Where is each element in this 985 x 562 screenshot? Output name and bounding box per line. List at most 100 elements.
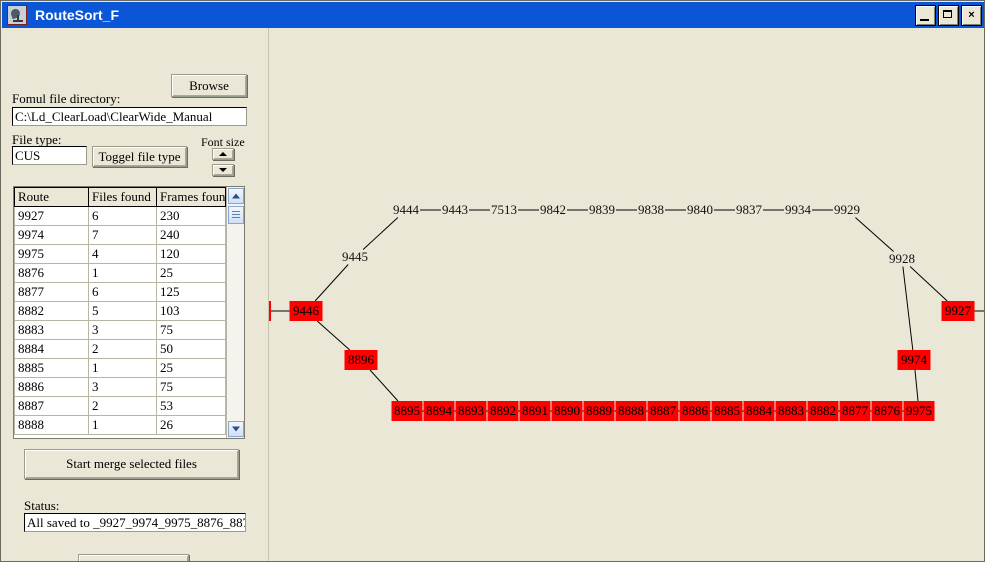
diagram-node-8895[interactable]: 8895 xyxy=(391,401,423,421)
diagram-edge-9928-9927 xyxy=(909,266,948,302)
table-row[interactable]: 9927 6 230 xyxy=(14,206,226,226)
table-row[interactable]: 8876 1 25 xyxy=(14,263,226,283)
table-row[interactable]: 8883 3 75 xyxy=(14,320,226,340)
column-header-frames-found[interactable]: Frames found xyxy=(156,187,232,207)
diagram-edge-9445-9444 xyxy=(362,217,399,250)
font-size-increase-button[interactable] xyxy=(212,148,234,160)
cell-frames-found: 75 xyxy=(156,377,226,397)
cell-files-found: 4 xyxy=(88,244,157,264)
scrollbar-thumb[interactable] xyxy=(228,206,244,224)
diagram-node-8884[interactable]: 8884 xyxy=(743,401,775,421)
table-row[interactable]: 8877 6 125 xyxy=(14,282,226,302)
triangle-down-icon xyxy=(219,168,227,172)
cell-route: 9974 xyxy=(14,225,89,245)
table-row[interactable]: 8884 2 50 xyxy=(14,339,226,359)
table-row[interactable]: 9974 7 240 xyxy=(14,225,226,245)
status-label: Status: xyxy=(24,498,60,513)
diagram-node-9974[interactable]: 9974 xyxy=(897,350,931,370)
diagram-node-8892[interactable]: 8892 xyxy=(487,401,519,421)
diagram-edge-9975-9974 xyxy=(914,369,919,402)
diagram-node-9443: 9443 xyxy=(442,202,468,217)
window-title: RouteSort_F xyxy=(35,7,119,23)
diagram-node-9842: 9842 xyxy=(540,202,566,217)
diagram-node-8885[interactable]: 8885 xyxy=(711,401,743,421)
diagram-node-8889[interactable]: 8889 xyxy=(583,401,615,421)
route-table: Route Files found Frames found 9927 6 230 9… xyxy=(14,187,232,435)
route-network-diagram: 9447 9446 9445 9444 9443 7513 9842 9839 9838 9840… xyxy=(269,28,984,561)
clear-table-button[interactable]: Clear table xyxy=(78,554,189,561)
table-row[interactable]: 8886 3 75 xyxy=(14,377,226,397)
toggle-file-type-button[interactable]: Toggel file type xyxy=(92,146,187,167)
table-row[interactable]: 8885 1 25 xyxy=(14,358,226,378)
directory-input[interactable]: C:\Ld_ClearLoad\ClearWide_Manual xyxy=(12,107,247,126)
close-button[interactable]: × xyxy=(961,4,982,26)
diagram-node-9928: 9928 xyxy=(889,251,915,266)
chevron-up-icon xyxy=(232,193,240,199)
diagram-node-8883[interactable]: 8883 xyxy=(775,401,807,421)
cell-files-found: 3 xyxy=(88,320,157,340)
cell-frames-found: 53 xyxy=(156,396,226,416)
diagram-node-8893[interactable]: 8893 xyxy=(455,401,487,421)
diagram-node-8886[interactable]: 8886 xyxy=(679,401,711,421)
file-type-input[interactable]: CUS xyxy=(12,146,87,165)
left-control-panel: Browse Fomul file directory: C:\Ld_Clear… xyxy=(2,28,268,561)
diagram-node-9447[interactable]: 9447 xyxy=(269,301,271,321)
cell-route: 8888 xyxy=(14,415,89,435)
diagram-node-8888[interactable]: 8888 xyxy=(615,401,647,421)
cell-frames-found: 230 xyxy=(156,206,226,226)
diagram-node-7513: 7513 xyxy=(491,202,517,217)
scroll-down-button[interactable] xyxy=(228,421,244,437)
diagram-node-8896[interactable]: 8896 xyxy=(344,350,378,370)
table-row[interactable]: 8887 2 53 xyxy=(14,396,226,416)
status-input[interactable]: All saved to _9927_9974_9975_8876_8877_ xyxy=(24,513,246,532)
column-header-route[interactable]: Route xyxy=(14,187,89,207)
diagram-node-8877[interactable]: 8877 xyxy=(839,401,871,421)
cell-frames-found: 240 xyxy=(156,225,226,245)
maximize-button[interactable] xyxy=(938,4,959,26)
route-table-container[interactable]: Route Files found Frames found 9927 6 230 9… xyxy=(13,186,245,439)
cell-route: 8877 xyxy=(14,282,89,302)
scroll-up-button[interactable] xyxy=(228,188,244,204)
cell-files-found: 3 xyxy=(88,377,157,397)
cell-files-found: 2 xyxy=(88,339,157,359)
cell-files-found: 6 xyxy=(88,206,157,226)
cell-files-found: 5 xyxy=(88,301,157,321)
diagram-node-9446[interactable]: 9446 xyxy=(289,301,323,321)
diagram-node-8882[interactable]: 8882 xyxy=(807,401,839,421)
diagram-node-9927[interactable]: 9927 xyxy=(941,301,975,321)
satellite-dish-icon xyxy=(7,5,27,25)
diagram-edge-8896-8895 xyxy=(369,369,399,402)
diagram-node-9444: 9444 xyxy=(393,202,419,217)
cell-frames-found: 25 xyxy=(156,263,226,283)
triangle-up-icon xyxy=(219,152,227,156)
browse-button[interactable]: Browse xyxy=(171,74,247,97)
start-merge-button[interactable]: Start merge selected files xyxy=(24,449,239,479)
diagram-node-9975[interactable]: 9975 xyxy=(903,401,935,421)
application-window: RouteSort_F × Browse Fomul file director… xyxy=(0,0,985,562)
cell-frames-found: 125 xyxy=(156,282,226,302)
cell-files-found: 6 xyxy=(88,282,157,302)
minimize-button[interactable] xyxy=(915,4,936,26)
cell-files-found: 1 xyxy=(88,415,157,435)
diagram-node-9840: 9840 xyxy=(687,202,713,217)
diagram-node-8876[interactable]: 8876 xyxy=(871,401,903,421)
table-row[interactable]: 8888 1 26 xyxy=(14,415,226,435)
table-scrollbar[interactable] xyxy=(226,187,244,438)
table-row[interactable]: 9975 4 120 xyxy=(14,244,226,264)
diagram-node-8890[interactable]: 8890 xyxy=(551,401,583,421)
column-header-files-found[interactable]: Files found xyxy=(88,187,157,207)
diagram-node-9839: 9839 xyxy=(589,202,615,217)
cell-frames-found: 75 xyxy=(156,320,226,340)
cell-frames-found: 26 xyxy=(156,415,226,435)
diagram-node-8894[interactable]: 8894 xyxy=(423,401,455,421)
diagram-node-8887[interactable]: 8887 xyxy=(647,401,679,421)
table-row[interactable]: 8882 5 103 xyxy=(14,301,226,321)
cell-route: 9927 xyxy=(14,206,89,226)
diagram-node-8891[interactable]: 8891 xyxy=(519,401,551,421)
font-size-decrease-button[interactable] xyxy=(212,164,234,176)
cell-route: 8886 xyxy=(14,377,89,397)
cell-frames-found: 103 xyxy=(156,301,226,321)
cell-files-found: 7 xyxy=(88,225,157,245)
diagram-node-9929: 9929 xyxy=(834,202,860,217)
diagram-node-9934: 9934 xyxy=(785,202,811,217)
